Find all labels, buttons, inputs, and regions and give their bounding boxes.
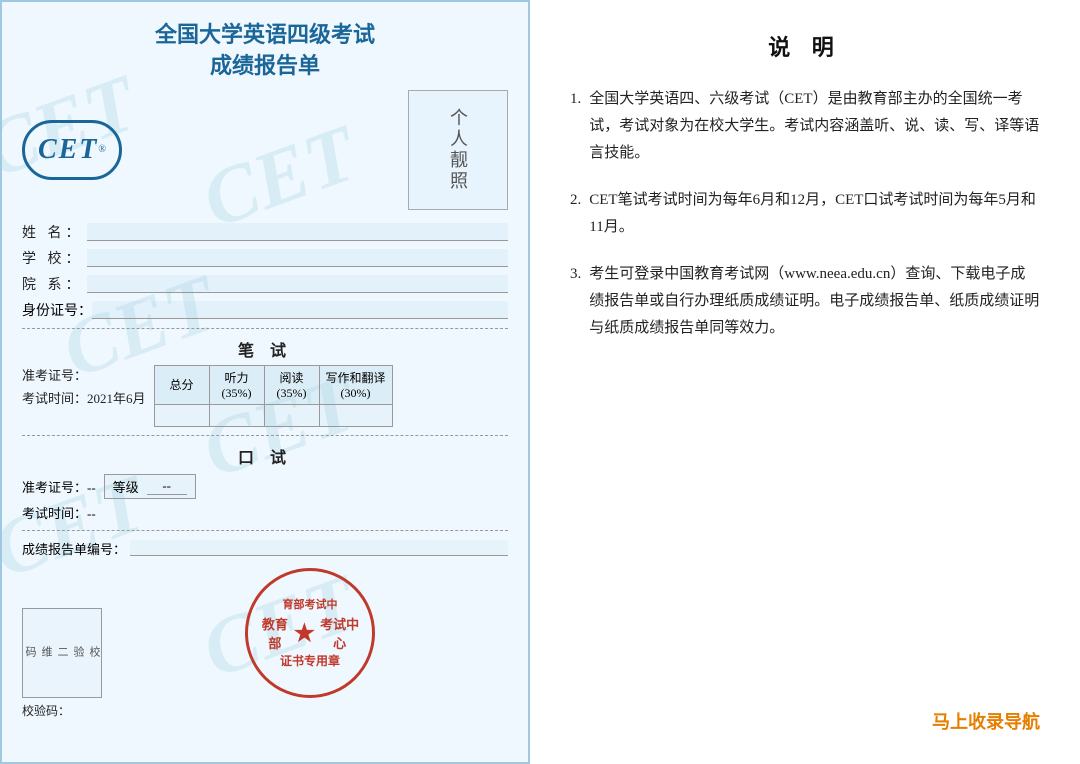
col-listening: 听力(35%) xyxy=(209,365,264,404)
instruction-text-2: CET笔试考试时间为每年6月和12月，CET口试考试时间为每年5月和11月。 xyxy=(589,187,1040,241)
qr-label: 校 xyxy=(86,646,102,660)
title-line1: 全国大学英语四级考试 xyxy=(22,20,508,51)
score-writing xyxy=(319,404,392,426)
stamp-org-right: 考试中心 xyxy=(317,614,362,652)
report-num-value xyxy=(130,540,508,556)
stamp-star: ★ xyxy=(294,619,316,648)
written-section-title: 笔 试 xyxy=(22,337,508,361)
footer-link[interactable]: 马上收录导航 xyxy=(570,678,1040,734)
right-inner: 说 明 1. 全国大学英语四、六级考试（CET）是由教育部主办的全国统一考试，考… xyxy=(570,30,1040,734)
id-row: 身份证号： xyxy=(22,300,508,320)
written-exam-time: 考试时间：2021年6月 xyxy=(22,388,146,407)
instruction-text-3: 考生可登录中国教育考试网（www.neea.edu.cn）查询、下载电子成绩报告… xyxy=(589,261,1040,342)
stamp-org-left: 教育部 xyxy=(258,614,292,652)
written-exam-id-label: 准考证号： xyxy=(22,368,87,383)
qr-label2: 验 xyxy=(70,646,86,660)
oral-exam-area: 准考证号：-- 等级 -- 考试时间：-- xyxy=(22,474,508,522)
qr-label5: 码 xyxy=(22,646,38,660)
school-label: 学 校： xyxy=(22,248,87,268)
col-reading: 阅读(35%) xyxy=(264,365,319,404)
id-label: 身份证号： xyxy=(22,300,92,320)
certificate-content: 全国大学英语四级考试 成绩报告单 CET ® 个人靓照 姓 名： 学 校： 院 xyxy=(22,20,508,719)
dept-value xyxy=(87,275,508,293)
certificate-panel: CET CET CET CET CET CET 全国大学英语四级考试 成绩报告单… xyxy=(0,0,530,764)
verify-label: 校验码： xyxy=(22,704,70,718)
dept-label: 院 系： xyxy=(22,274,87,294)
photo-box: 个人靓照 xyxy=(408,90,508,210)
id-value xyxy=(92,301,508,319)
oral-grade-box: 等级 -- xyxy=(104,474,196,499)
written-exam-id: 准考证号： xyxy=(22,365,146,384)
instruction-text-1: 全国大学英语四、六级考试（CET）是由教育部主办的全国统一考试，考试对象为在校大… xyxy=(589,86,1040,167)
oral-time-row: 考试时间：-- xyxy=(22,503,508,522)
col-writing: 写作和翻译(30%) xyxy=(319,365,392,404)
school-row: 学 校： xyxy=(22,248,508,268)
oral-exam-id-label: 准考证号：-- xyxy=(22,477,96,496)
instruction-item-3: 3. 考生可登录中国教育考试网（www.neea.edu.cn）查询、下载电子成… xyxy=(570,261,1040,342)
instruction-num-2: 2. xyxy=(570,187,581,214)
qr-label4: 维 xyxy=(38,646,54,660)
instruction-item-2: 2. CET笔试考试时间为每年6月和12月，CET口试考试时间为每年5月和11月… xyxy=(570,187,1040,241)
oral-exam-time: 考试时间：-- xyxy=(22,503,96,522)
certificate-title: 全国大学英语四级考试 成绩报告单 xyxy=(22,20,508,82)
report-num-row: 成绩报告单编号： xyxy=(22,539,508,558)
divider-2 xyxy=(22,435,508,436)
name-row: 姓 名： xyxy=(22,222,508,242)
report-num-label: 成绩报告单编号： xyxy=(22,539,126,558)
title-line2: 成绩报告单 xyxy=(22,51,508,82)
instruction-item-1: 1. 全国大学英语四、六级考试（CET）是由教育部主办的全国统一考试，考试对象为… xyxy=(570,86,1040,167)
score-reading xyxy=(264,404,319,426)
instruction-num-1: 1. xyxy=(570,86,581,113)
cet-logo: CET ® xyxy=(22,120,122,180)
instructions-panel: 说 明 1. 全国大学英语四、六级考试（CET）是由教育部主办的全国统一考试，考… xyxy=(530,0,1080,764)
instruction-num-3: 3. xyxy=(570,261,581,288)
cet-logo-text: CET xyxy=(38,134,98,166)
personal-fields: 姓 名： 学 校： 院 系： 身份证号： xyxy=(22,222,508,320)
qr-code-box: 校 验 二 维 码 xyxy=(22,608,102,698)
oral-id-row: 准考证号：-- 等级 -- xyxy=(22,474,508,499)
score-total xyxy=(154,404,209,426)
col-total: 总分 xyxy=(154,365,209,404)
divider-1 xyxy=(22,328,508,329)
dept-row: 院 系： xyxy=(22,274,508,294)
name-value xyxy=(87,223,508,241)
bottom-section: 校 验 二 维 码 育部考试中 教育部 ★ 考试中心 证书专用章 xyxy=(22,568,508,698)
oral-grade-label: 等级 xyxy=(113,477,139,496)
verify-row: 校验码： xyxy=(22,702,508,719)
qr-label3: 二 xyxy=(54,646,70,660)
stamp-top-text: 育部考试中 xyxy=(283,596,338,612)
instructions-title: 说 明 xyxy=(570,30,1040,62)
scores-table: 总分 听力(35%) 阅读(35%) 写作和翻译(30%) xyxy=(154,365,393,427)
header-row: CET ® 个人靓照 xyxy=(22,90,508,210)
school-value xyxy=(87,249,508,267)
written-exam-info: 准考证号： 考试时间：2021年6月 xyxy=(22,365,146,411)
written-exam-area: 准考证号： 考试时间：2021年6月 总分 听力(35%) 阅读(35%) 写作… xyxy=(22,365,508,427)
divider-3 xyxy=(22,530,508,531)
official-stamp: 育部考试中 教育部 ★ 考试中心 证书专用章 xyxy=(245,568,375,698)
registered-mark: ® xyxy=(98,144,106,155)
oral-grade-value: -- xyxy=(147,478,187,495)
score-listening xyxy=(209,404,264,426)
name-label: 姓 名： xyxy=(22,222,87,242)
stamp-area: 育部考试中 教育部 ★ 考试中心 证书专用章 xyxy=(112,568,508,698)
oral-section-title: 口 试 xyxy=(22,444,508,468)
stamp-subtitle: 证书专用章 xyxy=(280,652,340,669)
